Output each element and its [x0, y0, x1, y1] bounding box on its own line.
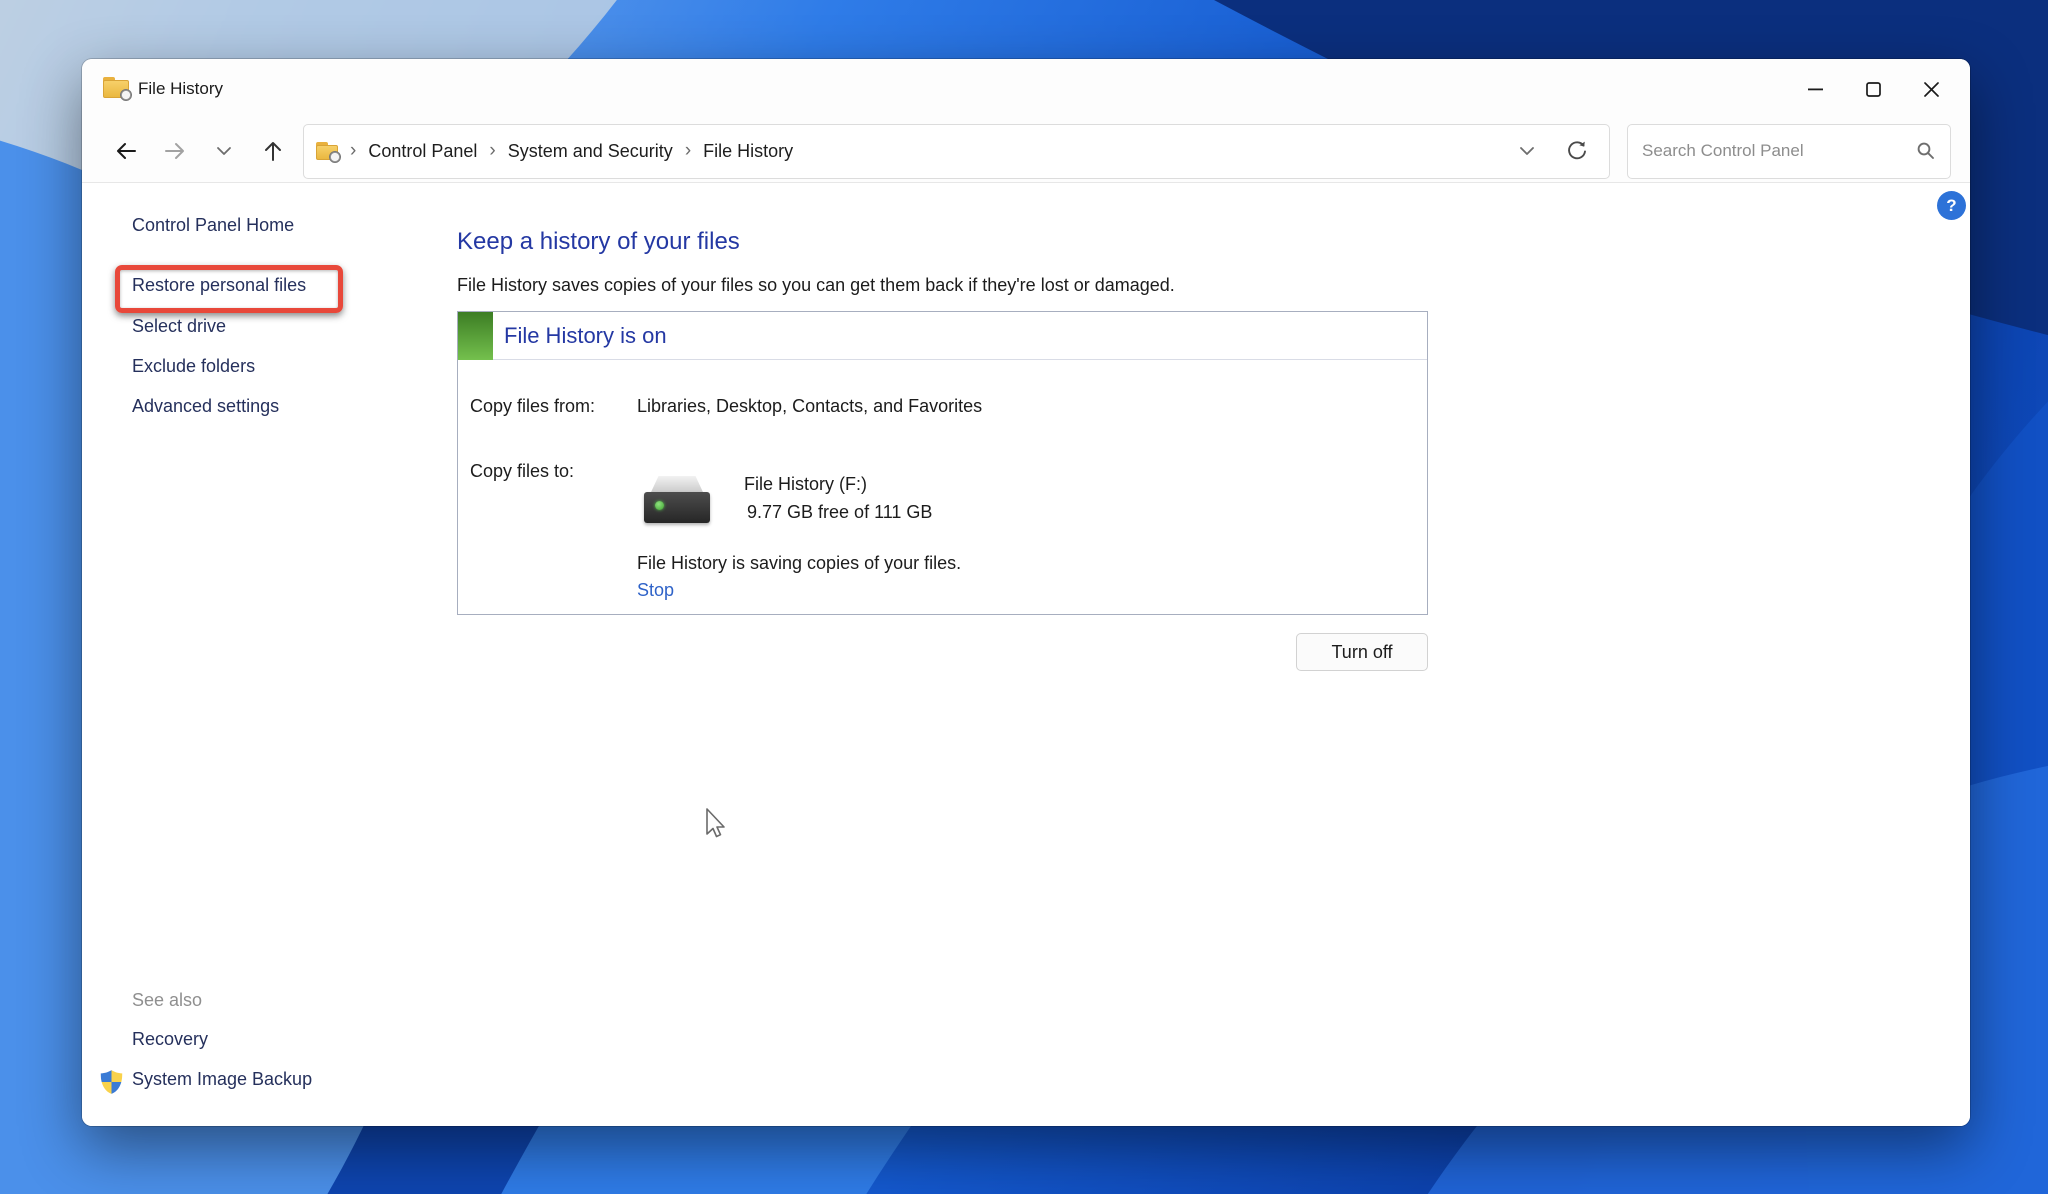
- status-title: File History is on: [504, 323, 667, 348]
- up-arrow-icon: [264, 142, 281, 161]
- drive-icon: [644, 476, 710, 523]
- sidebar-item-control-panel-home[interactable]: Control Panel Home: [132, 215, 294, 236]
- sidebar-item-restore-personal-files[interactable]: Restore personal files: [132, 275, 306, 296]
- window-body: ? Control Panel Home Restore personal fi…: [82, 184, 1970, 1126]
- help-button[interactable]: ?: [1937, 191, 1966, 220]
- chevron-down-icon: [1520, 147, 1534, 155]
- sidebar-item-system-image-backup[interactable]: System Image Backup: [132, 1069, 312, 1090]
- refresh-icon: [1568, 141, 1586, 160]
- turn-off-button[interactable]: Turn off: [1296, 633, 1428, 671]
- status-on-indicator: [458, 312, 493, 360]
- minimize-icon: [1807, 88, 1823, 91]
- breadcrumb-system-and-security[interactable]: System and Security: [508, 141, 673, 162]
- search-box: [1627, 123, 1951, 179]
- breadcrumb-folder-icon[interactable]: [316, 142, 341, 163]
- navigation-bar: › Control Panel › System and Security › …: [82, 120, 1970, 183]
- sidebar-item-recovery[interactable]: Recovery: [132, 1029, 208, 1050]
- window-controls: [1786, 59, 1960, 120]
- back-arrow-icon: [116, 143, 136, 159]
- uac-shield-icon: [100, 1070, 123, 1094]
- forward-button[interactable]: [150, 130, 199, 172]
- breadcrumb-separator-icon: ›: [489, 140, 496, 161]
- breadcrumb-separator-icon: ›: [684, 140, 692, 161]
- sidebar-item-exclude-folders[interactable]: Exclude folders: [132, 356, 255, 377]
- refresh-button[interactable]: [1557, 131, 1597, 171]
- minimize-button[interactable]: [1786, 68, 1844, 112]
- up-button[interactable]: [248, 130, 297, 172]
- mouse-cursor: [706, 808, 725, 838]
- drive-name: File History (F:): [744, 474, 867, 494]
- page-title: Keep a history of your files: [457, 228, 740, 255]
- title-bar: File History: [82, 59, 1970, 120]
- file-history-window: File History › Control Panel › System an…: [82, 59, 1970, 1126]
- file-history-status-panel: File History is on Copy files from: Libr…: [457, 311, 1428, 615]
- maximize-button[interactable]: [1844, 68, 1902, 112]
- copy-files-from-value: Libraries, Desktop, Contacts, and Favori…: [637, 396, 983, 416]
- window-title: File History: [138, 79, 224, 98]
- sidebar-item-advanced-settings[interactable]: Advanced settings: [132, 396, 279, 417]
- file-history-app-icon: [103, 77, 132, 101]
- copy-files-to-label: Copy files to:: [470, 461, 575, 481]
- drive-free-space: 9.77 GB free of 111 GB: [747, 502, 933, 522]
- close-icon: [1923, 82, 1939, 97]
- copy-files-from-label: Copy files from:: [470, 396, 596, 416]
- breadcrumb-file-history[interactable]: File History: [703, 141, 793, 162]
- desktop-wallpaper: File History › Control Panel › System an…: [0, 0, 2048, 1194]
- page-description: File History saves copies of your files …: [457, 275, 1175, 295]
- status-header: File History is on: [458, 312, 1427, 360]
- search-icon: [1917, 142, 1934, 159]
- saving-status-text: File History is saving copies of your fi…: [637, 553, 962, 573]
- sidebar-item-select-drive[interactable]: Select drive: [132, 316, 226, 337]
- see-also-label: See also: [132, 990, 203, 1010]
- breadcrumb-control-panel[interactable]: Control Panel: [368, 141, 477, 162]
- close-button[interactable]: [1902, 68, 1960, 112]
- back-button[interactable]: [101, 130, 150, 172]
- breadcrumb-separator-icon: ›: [350, 140, 357, 161]
- address-dropdown-button[interactable]: [1507, 131, 1547, 171]
- stop-link[interactable]: Stop: [637, 580, 674, 601]
- address-bar[interactable]: › Control Panel › System and Security › …: [303, 123, 1610, 179]
- search-input[interactable]: [1642, 141, 1916, 161]
- recent-locations-button[interactable]: [199, 130, 248, 172]
- maximize-icon: [1865, 82, 1881, 97]
- chevron-down-icon: [216, 147, 231, 155]
- forward-arrow-icon: [164, 143, 184, 159]
